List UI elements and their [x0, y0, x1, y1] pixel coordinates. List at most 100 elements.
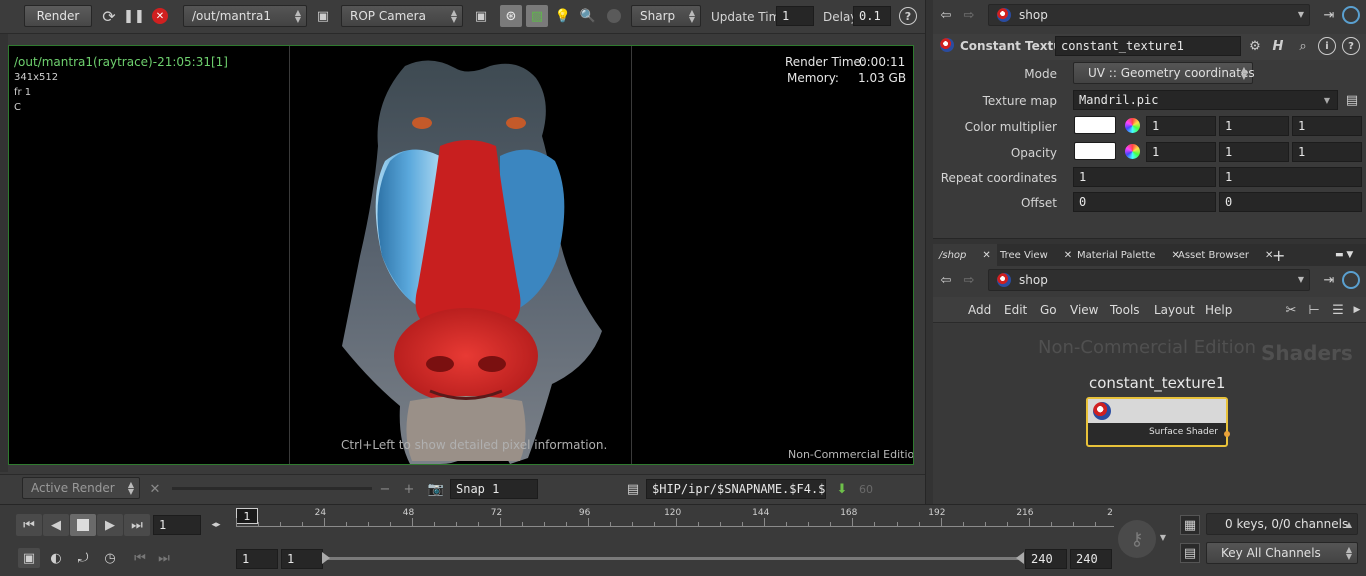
snapshot-slider[interactable]	[172, 487, 372, 490]
menu-add[interactable]: Add	[968, 303, 991, 317]
hda-icon[interactable]: H	[1268, 37, 1288, 55]
region-render-icon[interactable]: ⊛	[500, 5, 522, 27]
step-back-icon[interactable]: ◀	[43, 514, 69, 536]
repeat-u-field[interactable]: 1	[1073, 167, 1216, 187]
snapshot-path-field[interactable]: $HIP/ipr/$SNAPNAME.$F4.$S	[646, 479, 826, 499]
node-name-field[interactable]: constant_texture1	[1055, 36, 1241, 56]
minus-icon[interactable]: −	[377, 481, 393, 497]
link-icon[interactable]	[1342, 271, 1360, 289]
rop-path-select[interactable]: /out/mantra1 ▲ ▼	[183, 5, 307, 27]
color-swatch[interactable]	[1074, 116, 1116, 134]
tree-icon[interactable]: ⊢	[1305, 301, 1323, 319]
menu-edit[interactable]: Edit	[1004, 303, 1027, 317]
back-arrow-icon[interactable]: ⇦	[937, 5, 955, 25]
key-dropdown-icon[interactable]: ▼	[1157, 531, 1169, 543]
network-path[interactable]: shop ▼	[988, 269, 1310, 291]
render-button[interactable]: Render	[24, 5, 92, 27]
tab-shop[interactable]: /shop ✕	[933, 244, 997, 266]
light-icon[interactable]: 💡	[554, 6, 572, 26]
next-key-icon[interactable]: ⏭	[154, 549, 174, 567]
menu-view[interactable]: View	[1070, 303, 1098, 317]
info-icon[interactable]: i	[1318, 37, 1336, 55]
preview-icon[interactable]: ▨	[526, 5, 548, 27]
color-wheel-icon[interactable]	[1125, 118, 1140, 133]
forward-arrow-icon[interactable]: ⇨	[960, 270, 978, 290]
list-icon[interactable]: ☰	[1329, 301, 1347, 319]
range-slider-track[interactable]	[326, 557, 1024, 560]
tab-asset-browser[interactable]: Asset Browser ✕	[1172, 244, 1279, 266]
active-render-select[interactable]: Active Render ▲ ▼	[22, 477, 140, 499]
timeline-track[interactable]: 1 24 48 72 96 120 144 168 192 216 2	[236, 508, 1114, 534]
opacity-wheel-icon[interactable]	[1125, 144, 1140, 159]
channel-list-icon[interactable]: ▦	[1180, 515, 1200, 535]
update-time-field[interactable]: 1	[776, 6, 814, 26]
pane-menu-icon[interactable]: ▬ ▼	[1329, 244, 1359, 266]
pane-divider[interactable]	[925, 0, 933, 504]
search-icon[interactable]: ⌕	[1293, 37, 1313, 55]
output-connector[interactable]	[1224, 431, 1230, 437]
offset-v-field[interactable]: 0	[1219, 192, 1362, 212]
render-viewer[interactable]: /out/mantra1(raytrace)-21:05:31[1] 341x5…	[8, 45, 914, 465]
close-snapshot-icon[interactable]: ✕	[147, 481, 163, 497]
chevron-right-icon[interactable]: ▶	[1351, 301, 1363, 319]
back-arrow-icon[interactable]: ⇦	[937, 270, 955, 290]
menu-go[interactable]: Go	[1040, 303, 1057, 317]
snap-field[interactable]: Snap 1	[450, 479, 538, 499]
frame-stepper-icon[interactable]: ◂▸	[203, 515, 229, 535]
key-all-channels-select[interactable]: Key All Channels ▲ ▼	[1206, 542, 1358, 564]
playback-end-field[interactable]: 240	[1025, 549, 1067, 569]
global-anim-icon[interactable]: ◷	[99, 548, 121, 568]
param-network-path[interactable]: shop ▼	[988, 4, 1310, 26]
opacity-b-field[interactable]: 1	[1292, 142, 1362, 162]
gear-icon[interactable]: ⚙	[1245, 37, 1265, 55]
disk-icon[interactable]: ▤	[624, 480, 642, 498]
realtime-icon[interactable]: ▣	[18, 548, 40, 568]
stop-render-icon[interactable]: ✕	[152, 8, 168, 24]
delay-field[interactable]: 0.1	[853, 6, 891, 26]
camera-lock-icon[interactable]: ▣	[472, 7, 490, 25]
opacity-g-field[interactable]: 1	[1219, 142, 1289, 162]
refresh-icon[interactable]: ⟳	[99, 6, 119, 26]
range-start-handle[interactable]	[322, 552, 330, 564]
jump-end-icon[interactable]: ⏭	[124, 514, 150, 536]
playback-start-field[interactable]: 1	[281, 549, 323, 569]
menu-tools[interactable]: Tools	[1110, 303, 1140, 317]
range-end-handle[interactable]	[1016, 552, 1024, 564]
loop-icon[interactable]: ⤾	[72, 548, 94, 568]
range-end-field[interactable]: 240	[1070, 549, 1112, 569]
display-icon[interactable]: ▣	[314, 7, 332, 25]
menu-help[interactable]: Help	[1205, 303, 1232, 317]
range-start-field[interactable]: 1	[236, 549, 278, 569]
zoom-icon[interactable]: 🔍	[579, 6, 597, 26]
key-icon[interactable]: ⚷	[1118, 520, 1156, 558]
close-icon[interactable]: ✕	[982, 250, 990, 261]
pause-icon[interactable]: ❚❚	[123, 6, 145, 26]
tab-material-palette[interactable]: Material Palette ✕	[1071, 244, 1186, 266]
color-r-field[interactable]: 1	[1146, 116, 1216, 136]
mode-select[interactable]: UV :: Geometry coordinates ▲ ▼	[1073, 62, 1255, 84]
offset-u-field[interactable]: 0	[1073, 192, 1216, 212]
opacity-swatch[interactable]	[1074, 142, 1116, 160]
sharp-select[interactable]: Sharp ▲ ▼	[631, 5, 701, 27]
add-tab-icon[interactable]: +	[1266, 244, 1291, 266]
current-frame-field[interactable]: 1	[153, 515, 201, 535]
color-b-field[interactable]: 1	[1292, 116, 1362, 136]
snapshot-dot-icon[interactable]	[607, 9, 621, 23]
opacity-r-field[interactable]: 1	[1146, 142, 1216, 162]
repeat-v-field[interactable]: 1	[1219, 167, 1362, 187]
shader-node[interactable]: Surface Shader	[1086, 397, 1230, 447]
save-icon[interactable]: ⬇	[833, 480, 851, 498]
jump-start-icon[interactable]: ⏮	[16, 514, 42, 536]
audio-icon[interactable]: ◐	[45, 548, 67, 568]
camera-select[interactable]: ROP Camera ▲ ▼	[341, 5, 463, 27]
prev-key-icon[interactable]: ⏮	[130, 549, 150, 567]
pin-icon[interactable]: ⇥	[1320, 6, 1338, 24]
play-icon[interactable]: ▶	[97, 514, 123, 536]
menu-layout[interactable]: Layout	[1154, 303, 1195, 317]
color-g-field[interactable]: 1	[1219, 116, 1289, 136]
help-icon[interactable]: ?	[1342, 37, 1360, 55]
keys-channels-select[interactable]: 0 keys, 0/0 channels ▲	[1206, 513, 1358, 535]
pin-icon[interactable]: ⇥	[1320, 271, 1338, 289]
stop-icon[interactable]	[70, 514, 96, 536]
file-browse-icon[interactable]: ▤	[1343, 90, 1361, 110]
